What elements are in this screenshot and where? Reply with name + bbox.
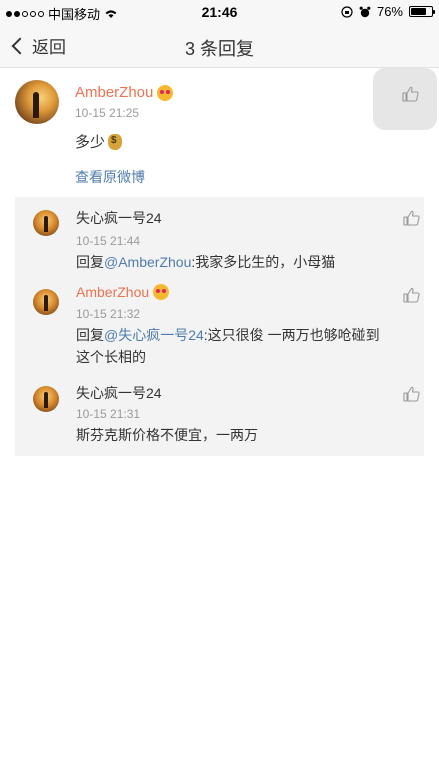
reply-timestamp: 10-15 21:31: [76, 407, 141, 421]
reply-timestamp: 10-15 21:44: [76, 234, 141, 248]
view-original-link[interactable]: 查看原微博: [75, 167, 145, 187]
username-text: AmberZhou: [76, 284, 150, 300]
reply-body: :我家多比生的，小母猫: [191, 254, 336, 270]
post-username[interactable]: AmberZhou: [75, 84, 174, 101]
avatar[interactable]: [33, 210, 59, 236]
reply-prefix: 回复: [76, 327, 104, 343]
battery-icon: [409, 6, 435, 17]
rotation-lock-icon: [341, 5, 353, 18]
reply-text: 斯芬克斯价格不便宜，一两万: [76, 427, 258, 443]
battery-level: [411, 8, 427, 15]
alarm-icon: [359, 6, 371, 17]
like-icon[interactable]: [402, 86, 419, 102]
status-right: 76%: [341, 4, 435, 19]
member-badge-icon: [153, 284, 170, 300]
page-title: 3 条回复: [184, 39, 254, 59]
like-icon[interactable]: [403, 386, 420, 402]
reply-username[interactable]: 失心疯一号24: [76, 208, 162, 228]
username-text: AmberZhou: [75, 84, 154, 101]
battery-percent: 76%: [376, 4, 403, 19]
money-bag-icon: [108, 133, 123, 150]
avatar[interactable]: [33, 386, 59, 412]
status-bar: 中国移动 21:46 76%: [0, 0, 439, 24]
reply-text: 回复@AmberZhou:我家多比生的，小母猫: [76, 251, 406, 273]
post-text: 多少: [75, 131, 123, 152]
mention-link[interactable]: @AmberZhou: [104, 254, 191, 270]
reply-body-line2: 这个长相的: [76, 349, 146, 365]
reply-username[interactable]: 失心疯一号24: [76, 383, 162, 403]
reply-body: :这只很俊 一两万也够呛碰到: [203, 327, 380, 343]
like-icon[interactable]: [403, 287, 420, 303]
reply-prefix: 回复: [76, 254, 104, 270]
post-text-content: 多少: [75, 134, 106, 151]
nav-bar: 返回 3 条回复: [0, 24, 439, 130]
member-badge-icon: [157, 84, 174, 101]
post-timestamp: 10-15 21:25: [75, 106, 140, 120]
mention-link[interactable]: @失心疯一号24: [104, 327, 204, 343]
replies-list: 失心疯一号24 10-15 21:44 回复@AmberZhou:我家多比生的，…: [15, 197, 424, 456]
reply-username[interactable]: AmberZhou: [76, 284, 170, 300]
avatar[interactable]: [33, 289, 59, 315]
avatar[interactable]: [15, 80, 59, 124]
like-icon[interactable]: [403, 210, 420, 226]
reply-text: 回复@失心疯一号24:这只很俊 一两万也够呛碰到 这个长相的: [76, 324, 406, 368]
reply-timestamp: 10-15 21:32: [76, 307, 141, 321]
